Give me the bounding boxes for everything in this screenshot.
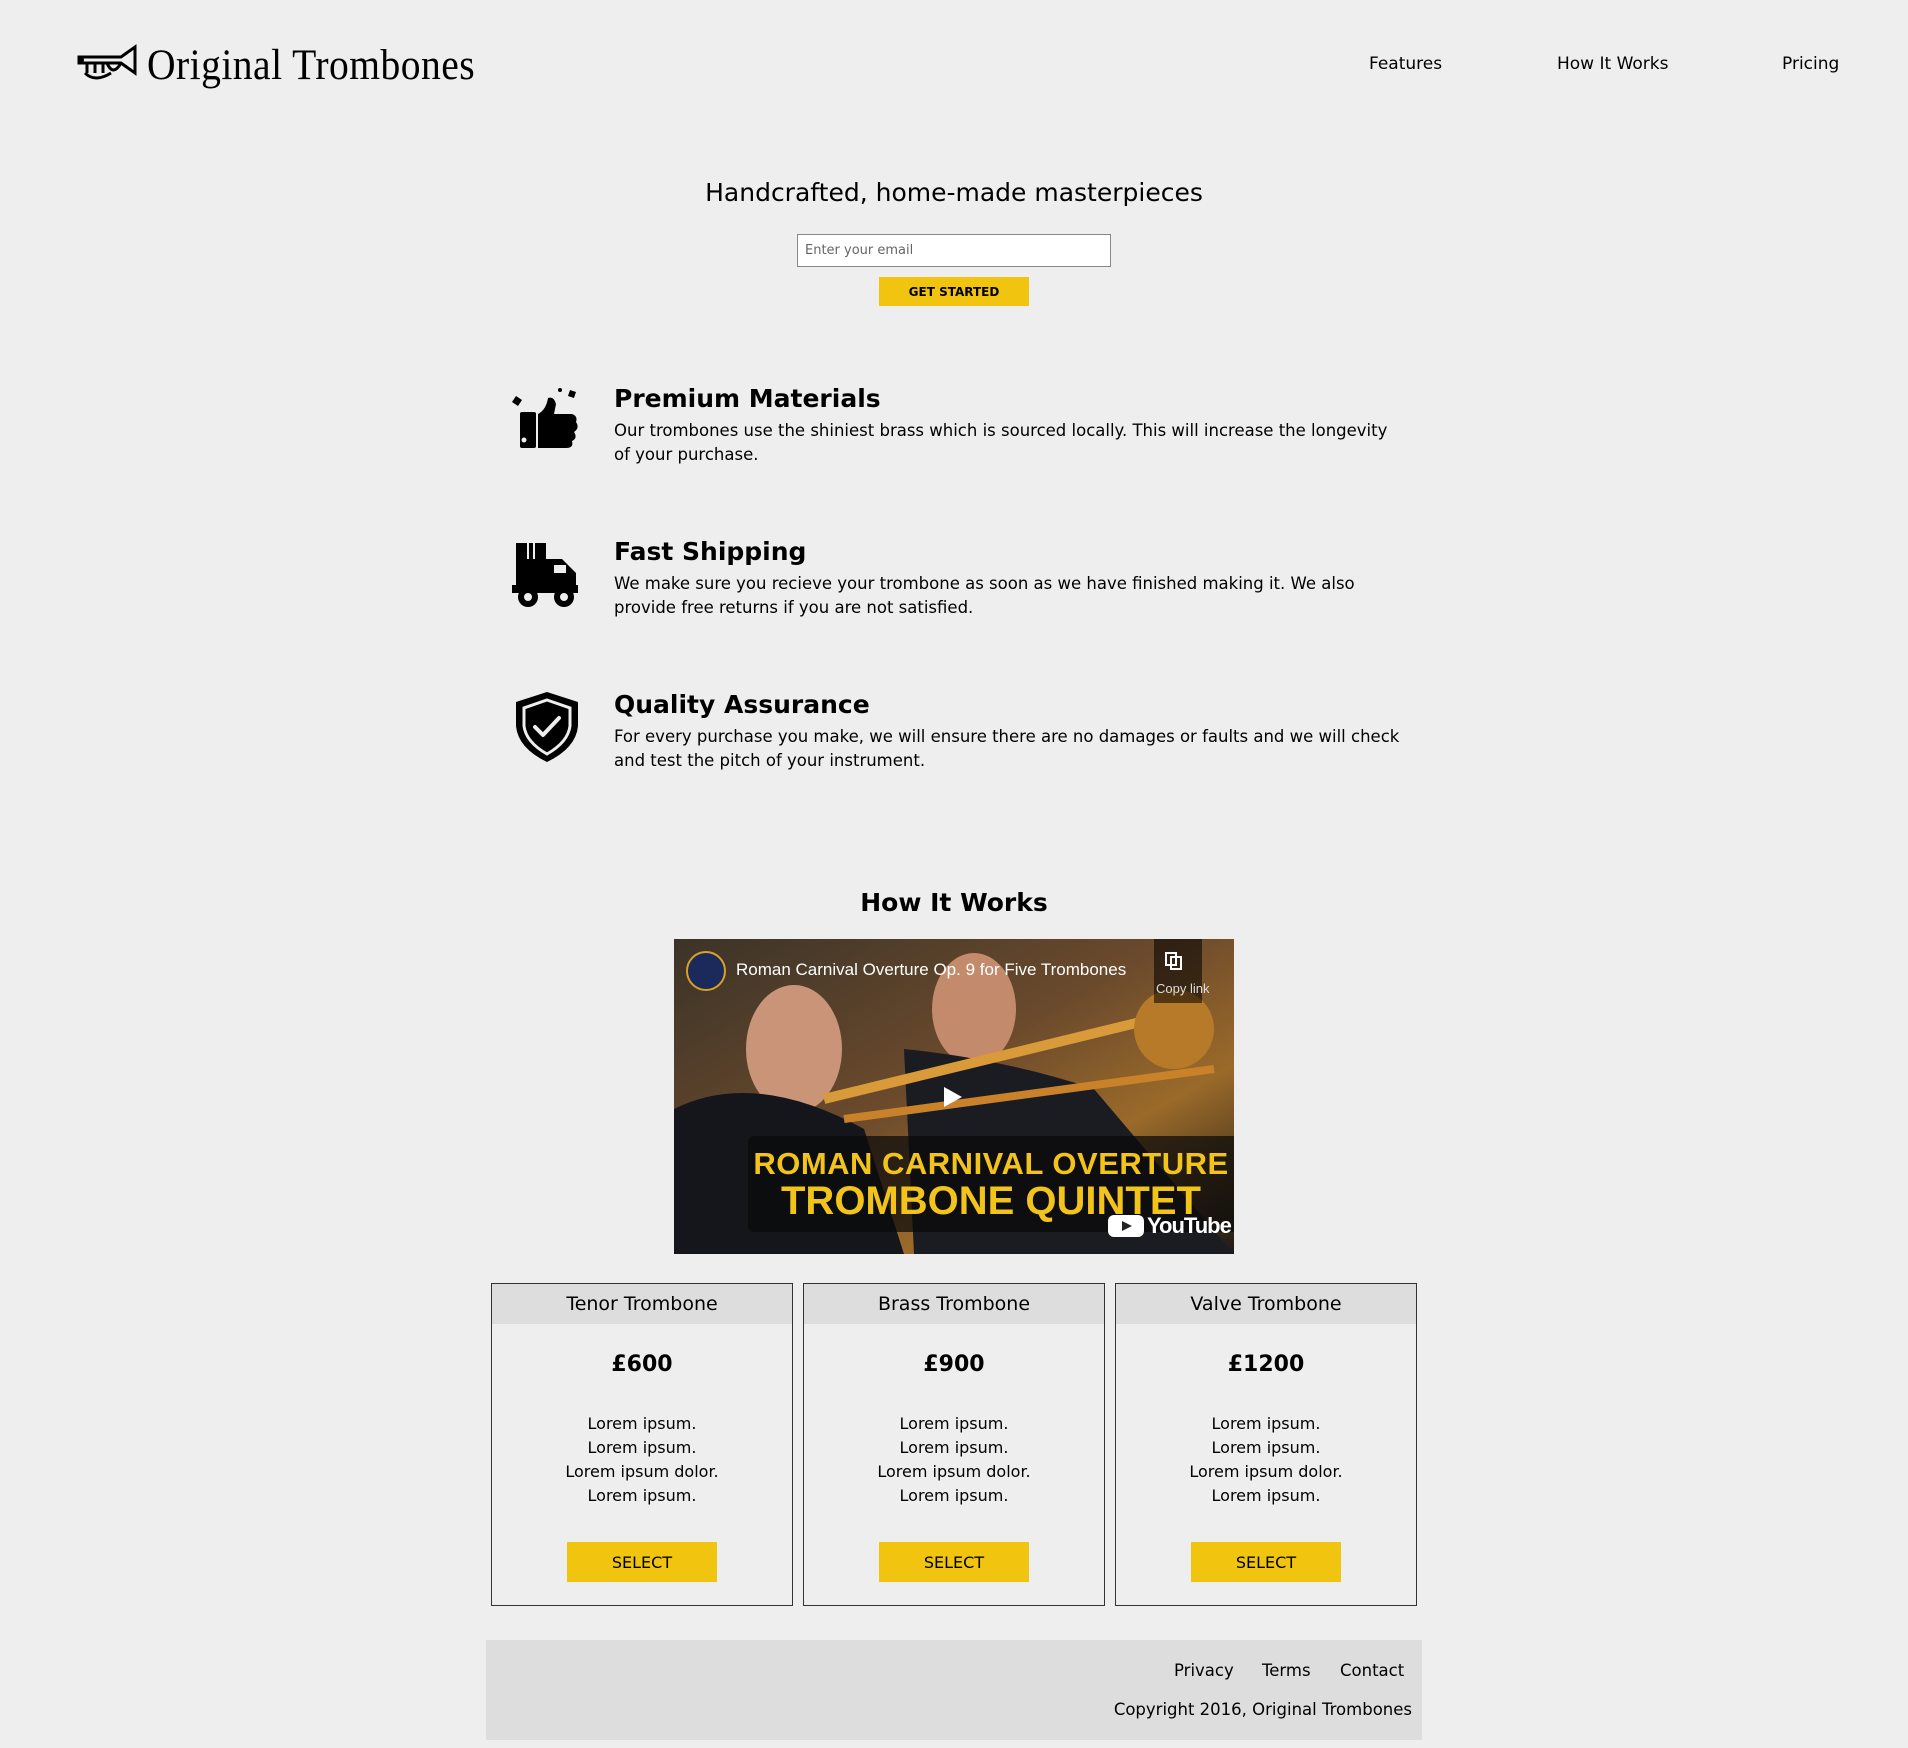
brand-logo[interactable]: Original Trombones bbox=[77, 40, 504, 90]
plan-feature: Lorem ipsum. bbox=[899, 1486, 1009, 1505]
copy-link-label: Copy link bbox=[1156, 981, 1210, 996]
feature-fast-shipping: Fast Shipping We make sure you recieve y… bbox=[510, 537, 1410, 647]
hero-title: Handcrafted, home-made masterpieces bbox=[705, 178, 1203, 207]
site-footer: Privacy Terms Contact Copyright 2016, Or… bbox=[486, 1640, 1422, 1740]
plan-feature: Lorem ipsum. bbox=[587, 1438, 697, 1457]
plan-price: £600 bbox=[611, 1352, 673, 1377]
plan-feature-list: Lorem ipsum. Lorem ipsum. Lorem ipsum do… bbox=[804, 1412, 1104, 1508]
select-brass-button[interactable]: SELECT bbox=[879, 1542, 1029, 1582]
shield-check-icon bbox=[516, 692, 578, 762]
youtube-logo[interactable]: YouTube bbox=[1108, 1213, 1232, 1239]
channel-avatar[interactable] bbox=[686, 951, 726, 991]
plan-feature: Lorem ipsum. bbox=[1211, 1438, 1321, 1457]
plan-feature: Lorem ipsum. bbox=[587, 1486, 697, 1505]
copy-icon bbox=[1165, 952, 1182, 970]
site-header: Original Trombones Features How It Works… bbox=[0, 0, 1908, 130]
email-input[interactable] bbox=[797, 234, 1111, 267]
nav-link-pricing[interactable]: Pricing bbox=[1782, 54, 1839, 74]
feature-description: Our trombones use the shiniest brass whi… bbox=[614, 421, 1388, 464]
plan-price: £1200 bbox=[1227, 1352, 1305, 1377]
feature-description: We make sure you recieve your trombone a… bbox=[614, 574, 1355, 617]
how-it-works-title: How It Works bbox=[860, 888, 1048, 917]
plan-feature: Lorem ipsum dolor. bbox=[565, 1462, 719, 1481]
plan-name: Tenor Trombone bbox=[492, 1284, 792, 1324]
youtube-icon bbox=[1108, 1215, 1144, 1237]
plan-price: £900 bbox=[923, 1352, 985, 1377]
pricing-card-tenor: Tenor Trombone £600 Lorem ipsum. Lorem i… bbox=[491, 1283, 793, 1606]
plan-feature: Lorem ipsum dolor. bbox=[1189, 1462, 1343, 1481]
copyright-text: Copyright 2016, Original Trombones bbox=[1113, 1700, 1412, 1719]
footer-link-privacy[interactable]: Privacy bbox=[1174, 1661, 1234, 1680]
feature-title: Premium Materials bbox=[614, 384, 881, 413]
plan-feature: Lorem ipsum. bbox=[587, 1414, 697, 1433]
plan-feature: Lorem ipsum. bbox=[1211, 1414, 1321, 1433]
feature-description: For every purchase you make, we will ens… bbox=[614, 727, 1400, 770]
footer-link-contact[interactable]: Contact bbox=[1340, 1661, 1404, 1680]
select-valve-button[interactable]: SELECT bbox=[1191, 1542, 1341, 1582]
plan-name: Valve Trombone bbox=[1116, 1284, 1416, 1324]
feature-premium-materials: Premium Materials Our trombones use the … bbox=[510, 384, 1410, 494]
play-icon[interactable] bbox=[940, 1085, 964, 1109]
get-started-button[interactable]: GET STARTED bbox=[879, 277, 1029, 306]
pricing-card-brass: Brass Trombone £900 Lorem ipsum. Lorem i… bbox=[803, 1283, 1105, 1606]
video-title[interactable]: Roman Carnival Overture Op. 9 for Five T… bbox=[736, 960, 1126, 980]
select-tenor-button[interactable]: SELECT bbox=[567, 1542, 717, 1582]
plan-feature-list: Lorem ipsum. Lorem ipsum. Lorem ipsum do… bbox=[492, 1412, 792, 1508]
plan-feature: Lorem ipsum. bbox=[899, 1438, 1009, 1457]
plan-feature: Lorem ipsum. bbox=[1211, 1486, 1321, 1505]
feature-quality-assurance: Quality Assurance For every purchase you… bbox=[510, 690, 1410, 800]
feature-title: Fast Shipping bbox=[614, 537, 807, 566]
thumbs-up-icon bbox=[512, 388, 578, 448]
plan-feature: Lorem ipsum. bbox=[899, 1414, 1009, 1433]
footer-link-terms[interactable]: Terms bbox=[1262, 1661, 1311, 1680]
nav-link-features[interactable]: Features bbox=[1369, 54, 1442, 74]
nav-link-how-it-works[interactable]: How It Works bbox=[1557, 54, 1668, 74]
plan-feature-list: Lorem ipsum. Lorem ipsum. Lorem ipsum do… bbox=[1116, 1412, 1416, 1508]
brand-name: Original Trombones bbox=[147, 41, 476, 89]
plan-name: Brass Trombone bbox=[804, 1284, 1104, 1324]
youtube-label: YouTube bbox=[1147, 1213, 1232, 1238]
video-banner-line1: ROMAN CARNIVAL OVERTURE bbox=[753, 1146, 1229, 1181]
video-player[interactable]: Roman Carnival Overture Op. 9 for Five T… bbox=[674, 939, 1234, 1254]
plan-feature: Lorem ipsum dolor. bbox=[877, 1462, 1031, 1481]
trumpet-icon bbox=[77, 44, 137, 80]
pricing-card-valve: Valve Trombone £1200 Lorem ipsum. Lorem … bbox=[1115, 1283, 1417, 1606]
feature-title: Quality Assurance bbox=[614, 690, 870, 719]
truck-icon bbox=[512, 543, 578, 607]
